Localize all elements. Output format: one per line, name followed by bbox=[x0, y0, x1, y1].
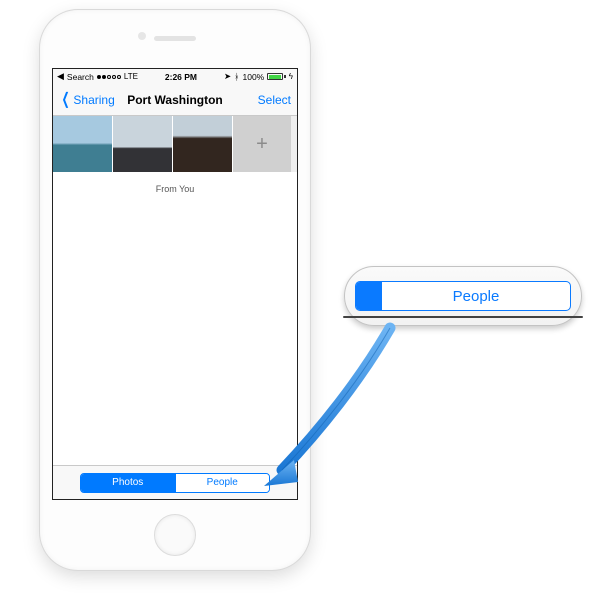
location-icon: ➤ bbox=[224, 71, 231, 82]
callout-segmented-control: People bbox=[355, 281, 571, 311]
signal-dots bbox=[97, 75, 121, 79]
network-label: LTE bbox=[124, 72, 138, 81]
iphone-device-frame: ◀ Search LTE 2:26 PM ➤ ᚼ 100% ϟ ❮ bbox=[40, 10, 310, 570]
photo-thumbnail[interactable] bbox=[113, 116, 173, 172]
back-button[interactable]: ❮ Sharing bbox=[59, 93, 115, 107]
front-camera bbox=[138, 32, 146, 40]
content-area bbox=[53, 206, 297, 465]
speaker-grille bbox=[154, 36, 196, 41]
callout-underline bbox=[343, 316, 583, 318]
back-to-app-icon[interactable]: ◀ bbox=[57, 71, 64, 82]
photo-thumbnail[interactable] bbox=[173, 116, 233, 172]
segment-people[interactable]: People bbox=[175, 474, 270, 492]
callout-segment-people[interactable]: People bbox=[382, 282, 570, 310]
battery-percent: 100% bbox=[243, 72, 265, 82]
from-you-label: From You bbox=[53, 172, 297, 206]
charging-icon: ϟ bbox=[289, 72, 293, 81]
navigation-bar: ❮ Sharing Port Washington Select bbox=[53, 84, 297, 116]
home-button[interactable] bbox=[154, 514, 196, 556]
status-time: 2:26 PM bbox=[165, 72, 197, 82]
segmented-control: Photos People bbox=[80, 473, 270, 493]
photo-strip: + bbox=[53, 116, 297, 172]
plus-icon: + bbox=[256, 133, 268, 156]
add-photo-button[interactable]: + bbox=[233, 116, 291, 172]
select-button[interactable]: Select bbox=[258, 93, 291, 107]
chevron-left-icon: ❮ bbox=[62, 96, 70, 104]
status-bar: ◀ Search LTE 2:26 PM ➤ ᚼ 100% ϟ bbox=[53, 69, 297, 84]
photo-thumbnail[interactable] bbox=[53, 116, 113, 172]
instruction-callout: People bbox=[344, 266, 582, 326]
battery-icon bbox=[267, 73, 286, 80]
segment-photos[interactable]: Photos bbox=[81, 474, 175, 492]
bluetooth-icon: ᚼ bbox=[234, 72, 239, 82]
back-label: Sharing bbox=[73, 93, 114, 107]
back-to-app-label[interactable]: Search bbox=[67, 72, 94, 82]
callout-segment-active-stub bbox=[356, 282, 382, 310]
device-screen: ◀ Search LTE 2:26 PM ➤ ᚼ 100% ϟ ❮ bbox=[52, 68, 298, 500]
bottom-toolbar: Photos People bbox=[53, 465, 297, 499]
